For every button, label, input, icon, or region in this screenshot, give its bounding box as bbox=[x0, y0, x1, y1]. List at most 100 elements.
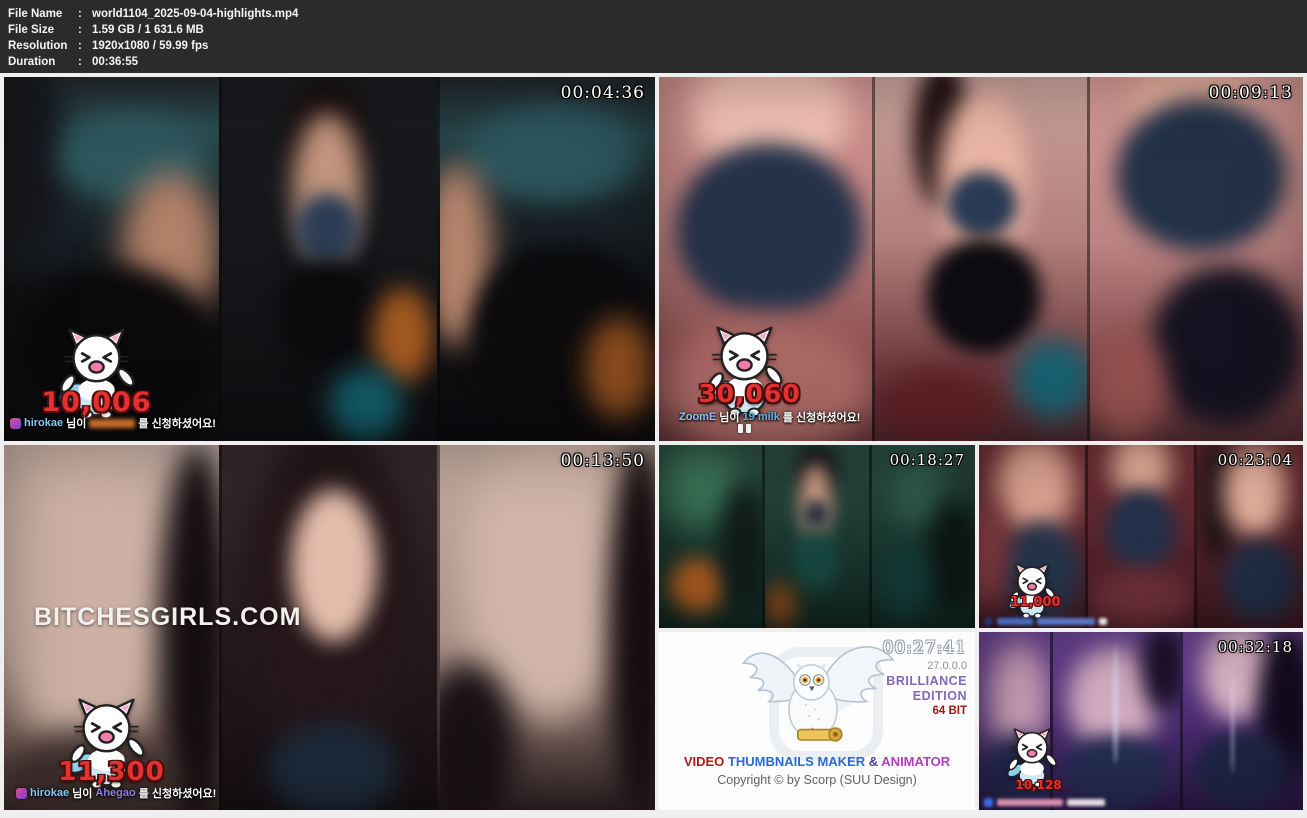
scene-blob bbox=[373, 288, 433, 383]
scene-blob bbox=[794, 529, 837, 591]
scene-blob bbox=[1068, 646, 1159, 753]
scene-blob bbox=[4, 77, 69, 259]
scene-blob bbox=[291, 489, 377, 642]
scene-blob bbox=[1195, 732, 1290, 807]
scene-blob bbox=[1142, 632, 1180, 712]
product-word-thumbnails-maker: THUMBNAILS MAKER bbox=[728, 754, 865, 769]
vtm-copyright: Copyright © by Scorp (SUU Design) bbox=[659, 773, 975, 787]
chat-badge-icon bbox=[984, 617, 993, 626]
timestamp: 00:18:27 bbox=[890, 451, 965, 469]
frame-panel bbox=[437, 445, 655, 810]
scene-blob bbox=[466, 106, 638, 201]
chat-badge-icon bbox=[16, 788, 27, 799]
product-word-animator: ANIMATOR bbox=[881, 754, 950, 769]
file-size-value: 1.59 GB / 1 631.6 MB bbox=[92, 22, 204, 38]
thumbnail-cell-6-vtm-branding: 00:27:41 27.0.0.0 BRILLIANCE EDITION 64 … bbox=[659, 632, 975, 810]
vtm-product-name: VIDEO THUMBNAILS MAKER & ANIMATOR bbox=[659, 754, 975, 769]
duration-row: Duration:00:36:55 bbox=[8, 54, 1307, 70]
scene-blob bbox=[58, 113, 209, 200]
thumbnail-cell-7: 00:32:18 10,128 bbox=[979, 632, 1303, 810]
frame-panel bbox=[437, 77, 655, 441]
product-word-amp: & bbox=[869, 754, 878, 769]
scene-blob bbox=[330, 368, 403, 441]
scene-blob bbox=[882, 546, 928, 619]
duration-value: 00:36:55 bbox=[92, 54, 138, 70]
scene-blob bbox=[1090, 332, 1164, 441]
scene-blob bbox=[278, 259, 377, 368]
vtm-version: 27.0.0.0 bbox=[886, 659, 967, 674]
cat-mascot-icon bbox=[1003, 561, 1061, 619]
chat-gift: Ahegao bbox=[95, 787, 135, 799]
chat-badge-icon bbox=[984, 798, 993, 807]
frame-panel bbox=[1085, 445, 1194, 628]
file-info-header: File Name:world1104_2025-09-04-highlight… bbox=[0, 0, 1307, 73]
site-watermark: BITCHESGIRLS.COM bbox=[34, 603, 301, 632]
chat-gift: 19 milk bbox=[743, 411, 780, 423]
scene-blob bbox=[995, 445, 1075, 537]
vtm-edition-line2: EDITION bbox=[886, 689, 967, 704]
scene-blob bbox=[586, 317, 655, 419]
scene-blob bbox=[803, 500, 830, 529]
scene-blob bbox=[293, 113, 362, 266]
scene-blob bbox=[913, 77, 973, 208]
blurred-text bbox=[1067, 799, 1105, 806]
scene-blob bbox=[295, 193, 360, 266]
frame-panel bbox=[762, 445, 868, 628]
scene-blob bbox=[659, 445, 742, 527]
thumbnail-cell-2: 00:09:13 30,060 ZoomE님이19 milk를 신청하셨어요! bbox=[659, 77, 1303, 441]
scene-blob bbox=[669, 558, 726, 613]
scene-blob bbox=[437, 664, 515, 810]
scene-blob bbox=[765, 582, 796, 628]
thumbnail-cell-5: 00:23:04 11,000 bbox=[979, 445, 1303, 628]
thumbnail-cell-4: 00:18:27 bbox=[659, 445, 975, 628]
scene-blob bbox=[1150, 266, 1303, 426]
chat-username: ZoomE bbox=[679, 411, 716, 423]
scene-blob bbox=[721, 482, 762, 610]
scene-blob bbox=[979, 500, 1006, 610]
frame-panel bbox=[869, 445, 975, 628]
scene-blob bbox=[938, 92, 1027, 274]
chat-particle: 님이 bbox=[719, 409, 739, 425]
blurred-text bbox=[997, 618, 1033, 625]
chat-line-blurred bbox=[984, 798, 1105, 807]
frame-panel bbox=[1194, 445, 1303, 628]
scene-blob bbox=[1113, 646, 1118, 763]
blurred-text bbox=[1099, 618, 1107, 625]
chat-username: hirokae bbox=[30, 787, 69, 799]
donation-count: 10,006 bbox=[4, 387, 189, 418]
resolution-label: Resolution bbox=[8, 38, 78, 54]
scene-blob bbox=[1116, 99, 1286, 252]
scene-blob bbox=[1015, 339, 1087, 419]
scene-blob bbox=[462, 445, 634, 719]
scene-blob bbox=[1111, 445, 1170, 500]
chat-suffix: 를 신청하셨어요! bbox=[783, 409, 861, 425]
thumbnail-cell-3: 00:13:50 BITCHESGIRLS.COM 11,300 hirokae… bbox=[4, 445, 655, 810]
scene-blob bbox=[472, 244, 655, 419]
chat-particle: 님이 bbox=[66, 415, 86, 431]
scene-blob bbox=[269, 722, 398, 810]
video-frame bbox=[659, 445, 975, 628]
resolution-value: 1920x1080 / 59.99 fps bbox=[92, 38, 208, 54]
blurred-text bbox=[1037, 618, 1095, 625]
scene-blob bbox=[947, 172, 1017, 238]
resolution-row: Resolution:1920x1080 / 59.99 fps bbox=[8, 38, 1307, 54]
chat-line: hirokae님이를 신청하셨어요! bbox=[10, 415, 216, 431]
vtm-version-block: 27.0.0.0 BRILLIANCE EDITION 64 BIT bbox=[886, 659, 967, 719]
timestamp: 00:23:04 bbox=[1218, 451, 1293, 469]
thumbnail-cell-1: 00:04:36 10,006 hirokae님이를 신청하셨어요! bbox=[4, 77, 655, 441]
scene-blob bbox=[1107, 489, 1175, 573]
file-name-value: world1104_2025-09-04-highlights.mp4 bbox=[92, 6, 298, 22]
chat-username: hirokae bbox=[24, 417, 63, 429]
vtm-edition-line1: BRILLIANCE bbox=[886, 674, 967, 689]
vtm-64bit: 64 BIT bbox=[886, 704, 967, 719]
timestamp: 00:32:18 bbox=[1218, 638, 1293, 656]
frame-panel bbox=[1087, 77, 1303, 441]
chat-line: hirokae님이Ahegao를 신청하셨어요! bbox=[16, 785, 216, 801]
scene-blob bbox=[1231, 677, 1235, 775]
file-size-label: File Size bbox=[8, 22, 78, 38]
file-name-row: File Name:world1104_2025-09-04-highlight… bbox=[8, 6, 1307, 22]
scene-blob bbox=[608, 445, 655, 810]
timestamp: 00:13:50 bbox=[561, 451, 645, 471]
video-contact-sheet: File Name:world1104_2025-09-04-highlight… bbox=[0, 0, 1307, 818]
chat-particle: 님이 bbox=[72, 785, 92, 801]
